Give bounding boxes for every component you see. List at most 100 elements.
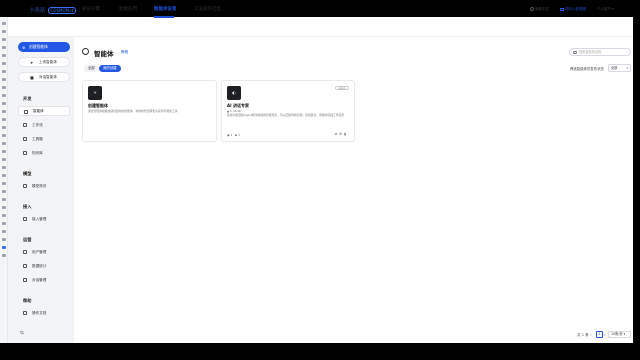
card-actions: ⧉⚙▮ [335, 132, 348, 136]
brand-logo[interactable]: 卡奥斯 COSMOPlat [29, 6, 77, 14]
agent-title-icon [82, 48, 89, 55]
dock-icon[interactable] [2, 78, 6, 81]
book-icon [23, 151, 27, 155]
dock-icon[interactable] [2, 230, 6, 233]
dock-icon[interactable] [2, 46, 6, 49]
page-title: 智能体 [94, 50, 114, 58]
pagination-current-page[interactable]: 1 [596, 331, 603, 338]
top-navigation-bar [8, 17, 633, 37]
language-selector[interactable]: 简体中文 [530, 7, 549, 12]
chat-bubble-icon: ■ [30, 74, 34, 80]
dock-icon-active[interactable] [2, 246, 6, 249]
agent-card[interactable]: ◐ 未发布 AI 讲话专家 ▲ 1 / 6.1K 使用大模型和Agent框架构建… [221, 80, 355, 142]
card-description: 使用大模型和Agent框架构建的智能专家，可以回答你的问题，提供建议，帮助你完成… [227, 113, 345, 117]
create-agent-card[interactable]: + 创建智能体 通过智能体模板快速创建你的智能体，将你的想法转化为实际可用的工具 [82, 80, 217, 142]
dock-icon[interactable] [2, 54, 6, 57]
publish-status-filter-label: 筛选智能体的发布状态 [570, 67, 604, 71]
sidebar-item-workflow[interactable]: 工作流 [18, 120, 70, 130]
upload-agent-button[interactable]: ➤ 上传智能体 [18, 57, 70, 67]
guide-link[interactable]: 教程 [121, 50, 128, 55]
dock-icon[interactable] [2, 70, 6, 73]
message-icon [23, 278, 27, 282]
user-menu[interactable]: 个人用户 ▾ [597, 7, 614, 12]
chart-icon [23, 264, 27, 268]
dock-icon[interactable] [2, 206, 6, 209]
dock-icon[interactable] [2, 166, 6, 169]
dock-icon[interactable] [2, 238, 6, 241]
pagination-total: 共 1 条 [577, 333, 589, 337]
dock-icon[interactable] [2, 182, 6, 185]
nav-knowledge-engine[interactable]: 知识引擎 [82, 6, 100, 12]
collapse-icon[interactable]: ⇆ [20, 331, 24, 336]
sidebar-section-help: 帮助 [23, 298, 32, 303]
tab-all[interactable]: 全部 [84, 65, 99, 72]
dock-icon[interactable] [2, 158, 6, 161]
plug-icon [23, 217, 27, 221]
sidebar-item-chat-manage[interactable]: 对话管理 [18, 275, 70, 285]
dock-icon[interactable] [2, 110, 6, 113]
dock-icon[interactable] [2, 214, 6, 217]
toolbox-icon [23, 137, 27, 141]
delete-icon[interactable]: ▮ [344, 132, 348, 136]
sidebar-section-access: 接入 [23, 204, 32, 209]
sidebar-item-data-stats[interactable]: 数据统计 [18, 261, 70, 271]
sidebar-item-agents[interactable]: 智能体 [18, 106, 70, 116]
monitor-icon [560, 7, 564, 11]
dock-icon[interactable] [2, 94, 6, 97]
sidebar-item-toolbox[interactable]: 工具箱 [18, 134, 70, 144]
dock-icon[interactable] [2, 126, 6, 129]
sidebar-section-develop: 开发 [23, 96, 32, 101]
sidebar-item-model-eval[interactable]: 模型测评 [18, 181, 70, 191]
pagination-next[interactable]: › [604, 333, 605, 337]
nav-active-indicator [154, 16, 174, 18]
nav-industrial-community[interactable]: 工业知识社区 [194, 6, 221, 12]
dock-icon[interactable] [2, 22, 6, 25]
dock-icon[interactable] [2, 38, 6, 41]
globe-icon [530, 7, 534, 11]
users-icon [23, 250, 27, 254]
dock-icon[interactable] [2, 86, 6, 89]
os-dock-strip [0, 17, 8, 343]
user-icon: ♟ [234, 133, 238, 137]
chevron-down-icon: ▾ [626, 66, 628, 70]
agent-logo-icon: ◐ [227, 86, 241, 100]
access-guide-link[interactable]: 访问入驻说明 [560, 7, 586, 12]
pagination-prev[interactable]: ‹ [590, 333, 591, 337]
create-agent-button[interactable]: ⊕ 创建智能体 [18, 42, 70, 52]
dock-icon[interactable] [2, 142, 6, 145]
robot-icon [24, 110, 28, 114]
document-icon [23, 311, 27, 315]
search-icon [573, 50, 577, 54]
page-size-select[interactable]: 10条/页 ▾ [608, 331, 631, 338]
dock-icon[interactable] [2, 134, 6, 137]
dock-icon[interactable] [2, 190, 6, 193]
dock-icon[interactable] [2, 118, 6, 121]
sidebar-item-user-manage[interactable]: 用户管理 [18, 247, 70, 257]
dock-icon[interactable] [2, 254, 6, 257]
nav-smart-apps[interactable]: 智能应用 [119, 6, 137, 12]
tab-my-created[interactable]: 我的创建 [99, 65, 121, 72]
dock-icon[interactable] [2, 62, 6, 65]
plus-icon: ⊕ [22, 45, 26, 50]
status-badge: 未发布 [335, 86, 349, 90]
workflow-icon [23, 123, 27, 127]
search-input[interactable]: 搜索智能体名称 [569, 48, 631, 56]
dock-icon[interactable] [2, 150, 6, 153]
dock-icon[interactable] [2, 174, 6, 177]
card-stats: ◉ 1 ♟ 1 [227, 133, 240, 137]
sidebar-section-operations: 运营 [23, 237, 32, 242]
screen-frame-right [633, 17, 640, 343]
chat-agent-button[interactable]: ■ 对话智能体 [18, 72, 70, 82]
publish-status-select[interactable]: 全部 ▾ [608, 64, 631, 72]
send-icon: ➤ [30, 59, 34, 65]
sidebar-item-docs[interactable]: 操作文档 [18, 308, 70, 318]
screen-frame-bottom [0, 343, 640, 360]
dock-icon[interactable] [2, 222, 6, 225]
dock-icon[interactable] [2, 30, 6, 33]
dock-icon[interactable] [2, 198, 6, 201]
sidebar-item-knowledge-base[interactable]: 知识库 [18, 148, 70, 158]
nav-agent-builder[interactable]: 智能体设者 [154, 6, 177, 12]
dock-icon[interactable] [2, 102, 6, 105]
plus-icon: + [88, 86, 102, 100]
sidebar-item-access-manage[interactable]: 接入管理 [18, 214, 70, 224]
